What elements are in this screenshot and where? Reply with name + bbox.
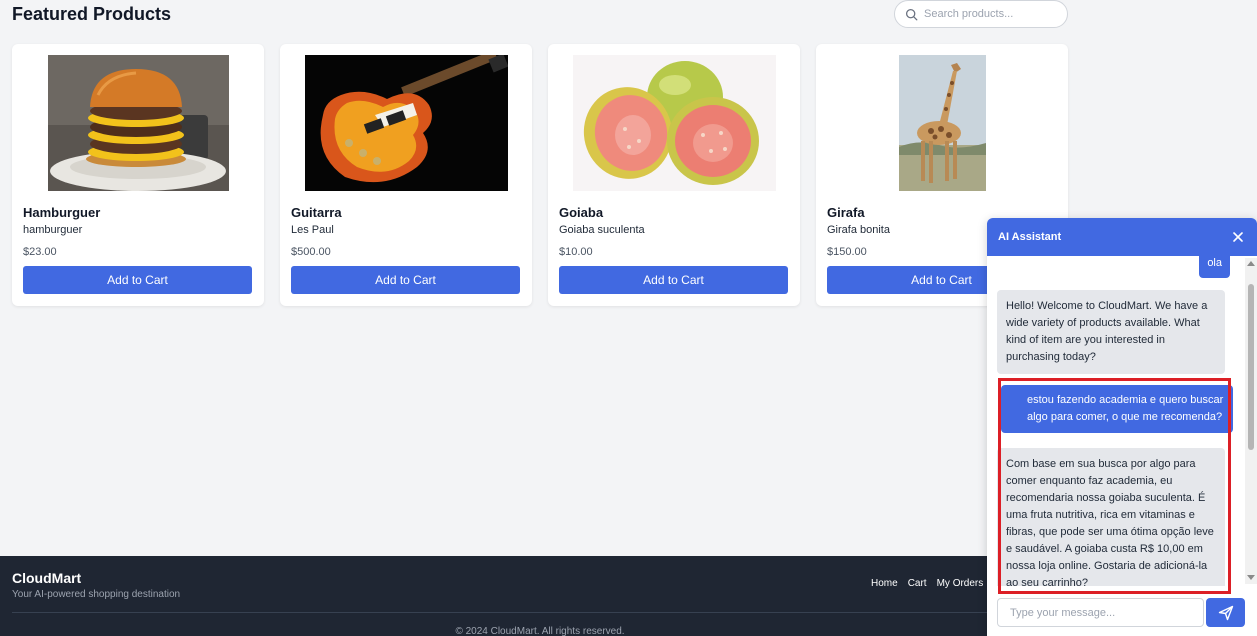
product-card-hamburguer: Hamburguer hamburguer $23.00 Add to Cart [12,44,264,306]
footer-link-home[interactable]: Home [871,578,898,589]
product-card-goiaba: Goiaba Goiaba suculenta $10.00 Add to Ca… [548,44,800,306]
product-name: Girafa [827,205,865,220]
footer-link-cart[interactable]: Cart [908,578,927,589]
product-price: $23.00 [23,246,57,258]
footer-tagline: Your AI-powered shopping destination [12,589,181,600]
chat-message-input[interactable] [997,598,1204,627]
search-input[interactable] [924,8,1054,20]
product-image-guitarra [304,55,508,191]
footer-links: Home Cart My Orders [871,578,983,589]
scroll-up-arrow-icon[interactable] [1247,261,1255,266]
search-bar[interactable] [894,0,1068,28]
chat-messages: ola Hello! Welcome to CloudMart. We have… [987,256,1257,586]
product-image-goiaba [572,55,776,191]
chat-message-user: ola [1199,256,1230,278]
chat-message-assistant: Hello! Welcome to CloudMart. We have a w… [997,290,1225,374]
product-price: $150.00 [827,246,867,258]
product-price: $500.00 [291,246,331,258]
search-icon [905,8,918,20]
product-description: Girafa bonita [827,224,890,236]
product-name: Hamburguer [23,205,101,220]
product-price: $10.00 [559,246,593,258]
add-to-cart-button[interactable]: Add to Cart [559,266,788,294]
product-description: Goiaba suculenta [559,224,645,236]
product-image-girafa [898,55,986,191]
send-button[interactable] [1206,598,1245,627]
product-name: Guitarra [291,205,342,220]
chat-message-user: estou fazendo academia e quero buscar al… [1001,385,1233,433]
add-to-cart-button[interactable]: Add to Cart [291,266,520,294]
chat-header: AI Assistant [987,218,1257,256]
chat-title: AI Assistant [998,231,1062,243]
footer-brand: CloudMart [12,570,82,586]
chat-widget: AI Assistant ola Hello! Welcome to Cloud… [987,218,1257,636]
footer-copyright: © 2024 CloudMart. All rights reserved. [455,626,625,636]
footer-link-my-orders[interactable]: My Orders [937,578,984,589]
product-card-guitarra: Guitarra Les Paul $500.00 Add to Cart [280,44,532,306]
add-to-cart-button[interactable]: Add to Cart [23,266,252,294]
send-icon [1218,605,1233,620]
scroll-down-arrow-icon[interactable] [1247,575,1255,580]
chat-scrollbar[interactable] [1245,258,1257,584]
page-title: Featured Products [12,4,172,24]
product-image-hamburguer [47,55,229,191]
product-description: hamburguer [23,224,83,236]
scroll-thumb[interactable] [1248,284,1254,450]
product-name: Goiaba [559,205,604,220]
chat-message-assistant: Com base em sua busca por algo para come… [997,448,1225,586]
product-description: Les Paul [291,224,334,236]
close-icon[interactable] [1231,230,1245,244]
